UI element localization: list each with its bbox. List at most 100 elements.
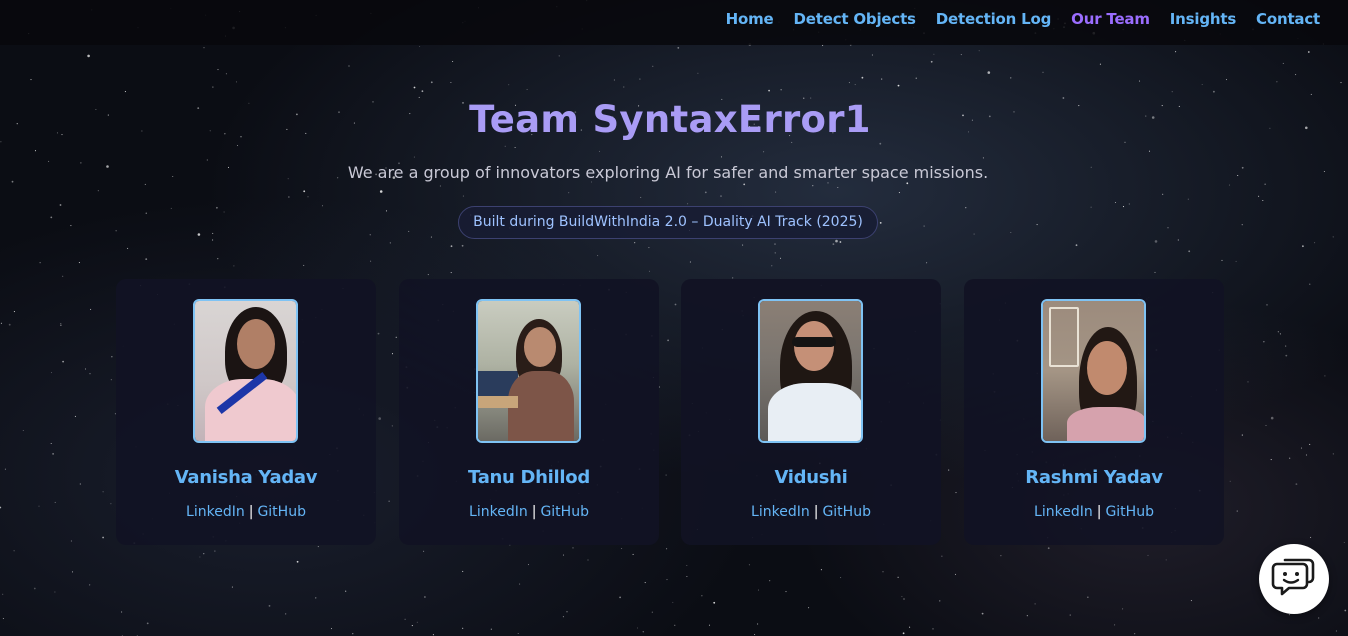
star (674, 624, 676, 626)
star (1147, 554, 1149, 556)
github-link[interactable]: GitHub (1105, 504, 1154, 520)
nav-detect-objects-link[interactable]: Detect Objects (794, 10, 916, 28)
github-link[interactable]: GitHub (822, 504, 871, 520)
github-link[interactable]: GitHub (540, 504, 589, 520)
star (757, 589, 760, 591)
linkedin-link[interactable]: LinkedIn (751, 504, 810, 520)
star (421, 90, 424, 93)
star (348, 65, 350, 67)
star (562, 554, 565, 556)
linkedin-link[interactable]: LinkedIn (186, 504, 245, 520)
star (903, 598, 905, 600)
github-link[interactable]: GitHub (257, 504, 306, 520)
star (235, 81, 238, 83)
star (771, 265, 773, 267)
star (677, 47, 680, 49)
star (0, 506, 2, 509)
star (526, 88, 528, 91)
star (854, 84, 856, 86)
star (4, 468, 6, 470)
member-photo (193, 299, 298, 443)
star (1201, 83, 1203, 86)
nav-detection-log-link[interactable]: Detection Log (936, 10, 1052, 28)
star (1302, 245, 1304, 248)
star (686, 575, 688, 578)
star (1295, 74, 1297, 76)
star (203, 553, 205, 555)
star (1266, 304, 1268, 306)
star (697, 72, 699, 74)
linkedin-link[interactable]: LinkedIn (469, 504, 528, 520)
star (939, 600, 941, 602)
star (1318, 617, 1320, 619)
star (370, 260, 372, 262)
linkedin-link[interactable]: LinkedIn (1034, 504, 1093, 520)
star (1332, 453, 1334, 455)
nav-home-link[interactable]: Home (726, 10, 774, 28)
star (423, 550, 425, 552)
team-card-vidushi: Vidushi LinkedIn | GitHub (681, 279, 941, 545)
star (1270, 416, 1274, 420)
star (38, 505, 40, 507)
member-photo (476, 299, 581, 443)
star (285, 613, 287, 615)
star (902, 632, 905, 635)
star (1276, 81, 1278, 83)
star (1344, 609, 1347, 612)
star (1175, 51, 1177, 53)
member-links: LinkedIn | GitHub (964, 504, 1224, 520)
star (462, 627, 464, 629)
star (701, 595, 703, 597)
star (930, 60, 933, 63)
star (1229, 480, 1231, 482)
star (330, 628, 333, 630)
nav-our-team-link[interactable]: Our Team (1071, 10, 1150, 28)
star (1335, 630, 1337, 632)
star (388, 500, 390, 502)
star (1069, 614, 1071, 616)
star (74, 415, 76, 417)
link-separator: | (531, 504, 537, 520)
star (450, 245, 453, 248)
star (1026, 615, 1028, 617)
star (1265, 424, 1267, 427)
star (1270, 459, 1272, 461)
star (33, 587, 36, 590)
nav-insights-link[interactable]: Insights (1170, 10, 1236, 28)
chat-bot-button[interactable] (1259, 544, 1329, 614)
star (1285, 354, 1288, 357)
member-links: LinkedIn | GitHub (116, 504, 376, 520)
star (689, 261, 691, 263)
star (389, 242, 391, 244)
star (832, 243, 835, 246)
nav-contact-link[interactable]: Contact (1256, 10, 1320, 28)
star (915, 77, 917, 79)
star (666, 579, 668, 581)
star (296, 560, 299, 563)
star (146, 622, 149, 625)
star (110, 503, 112, 505)
star (395, 336, 397, 338)
link-separator: | (1096, 504, 1102, 520)
star (562, 616, 564, 618)
member-photo (1041, 299, 1146, 443)
star (54, 591, 56, 593)
star (1307, 51, 1310, 53)
star (214, 550, 216, 552)
star (377, 332, 380, 335)
star (70, 540, 72, 542)
star (882, 571, 884, 573)
member-links: LinkedIn | GitHub (399, 504, 659, 520)
member-name: Rashmi Yadav (1025, 467, 1163, 488)
star (1075, 244, 1078, 247)
star (1277, 331, 1279, 333)
star (587, 559, 589, 561)
star (102, 491, 104, 493)
star (1047, 547, 1050, 550)
star (231, 586, 233, 588)
star (1134, 633, 1136, 635)
star (613, 79, 615, 81)
star (1122, 608, 1124, 610)
star (411, 625, 413, 627)
star (1247, 381, 1249, 383)
